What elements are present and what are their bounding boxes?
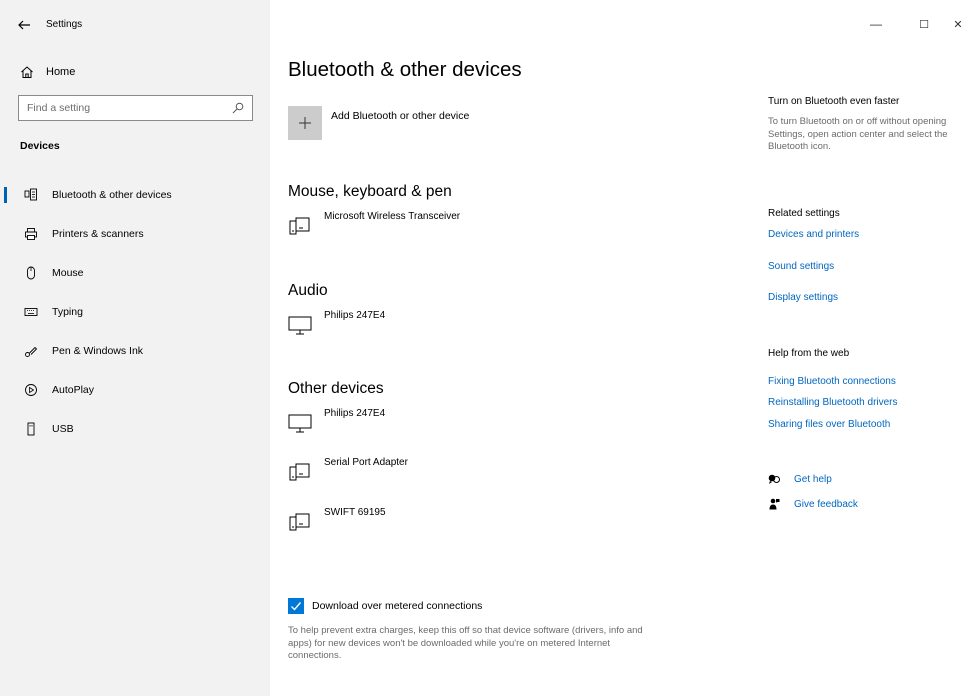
search-icon[interactable] bbox=[232, 102, 244, 114]
metered-label: Download over metered connections bbox=[312, 600, 483, 612]
add-device-button[interactable]: Add Bluetooth or other device bbox=[288, 106, 469, 140]
bluetooth-devices-icon bbox=[24, 188, 37, 200]
autoplay-icon bbox=[25, 383, 37, 396]
sidebar-item-pen[interactable]: Pen & Windows Ink bbox=[0, 331, 270, 370]
device-name: Microsoft Wireless Transceiver bbox=[324, 211, 461, 222]
related-settings-heading: Related settings bbox=[768, 208, 840, 219]
faster-text: To turn Bluetooth on or off without open… bbox=[768, 116, 948, 152]
metered-option: Download over metered connections bbox=[288, 598, 482, 614]
sharing-files-link[interactable]: Sharing files over Bluetooth bbox=[768, 419, 890, 430]
monitor-icon bbox=[288, 414, 312, 433]
reinstalling-drivers-link[interactable]: Reinstalling Bluetooth drivers bbox=[768, 397, 898, 408]
metered-checkbox[interactable] bbox=[288, 598, 304, 614]
back-arrow-icon[interactable] bbox=[16, 17, 32, 33]
search-box[interactable] bbox=[18, 95, 253, 121]
sidebar-item-label: AutoPlay bbox=[52, 383, 95, 396]
minimize-button[interactable]: — bbox=[866, 14, 886, 34]
group-title-other-devices: Other devices bbox=[288, 380, 384, 397]
mouse-icon bbox=[27, 266, 35, 279]
plus-icon bbox=[299, 117, 311, 129]
sound-settings-link[interactable]: Sound settings bbox=[768, 261, 834, 272]
checkmark-icon bbox=[291, 602, 302, 611]
device-name: Philips 247E4 bbox=[324, 310, 386, 321]
devices-and-printers-link[interactable]: Devices and printers bbox=[768, 229, 859, 240]
give-feedback-link[interactable]: Give feedback bbox=[768, 498, 858, 510]
device-name: SWIFT 69195 bbox=[324, 507, 386, 518]
device-item[interactable]: Philips 247E4 bbox=[288, 408, 385, 435]
device-item[interactable]: SWIFT 69195 bbox=[288, 507, 386, 534]
faster-heading: Turn on Bluetooth even faster bbox=[768, 96, 900, 107]
device-icon bbox=[289, 217, 310, 235]
sidebar-item-mouse[interactable]: Mouse bbox=[0, 253, 270, 292]
sidebar: Settings Home Devices Bluetooth & other … bbox=[0, 0, 270, 696]
section-title: Devices bbox=[20, 140, 60, 152]
page-title: Bluetooth & other devices bbox=[288, 58, 522, 81]
sidebar-nav: Bluetooth & other devices Printers & sca… bbox=[0, 175, 270, 448]
close-button[interactable]: ✕ bbox=[948, 14, 968, 34]
search-input[interactable] bbox=[27, 102, 232, 114]
home-icon bbox=[21, 66, 33, 78]
help-chat-icon bbox=[768, 474, 780, 484]
sidebar-item-label: Pen & Windows Ink bbox=[52, 344, 144, 357]
usb-icon bbox=[27, 422, 35, 435]
sidebar-item-label: Typing bbox=[52, 305, 83, 318]
device-item[interactable]: Philips 247E4 bbox=[288, 310, 385, 337]
device-item[interactable]: Serial Port Adapter bbox=[288, 457, 408, 484]
help-web-heading: Help from the web bbox=[768, 348, 850, 359]
feedback-icon bbox=[769, 498, 780, 510]
home-link[interactable]: Home bbox=[20, 61, 75, 83]
device-name: Serial Port Adapter bbox=[324, 457, 408, 468]
give-feedback-label: Give feedback bbox=[794, 498, 858, 510]
group-title-audio: Audio bbox=[288, 282, 328, 299]
window-title: Settings bbox=[46, 19, 83, 30]
device-icon bbox=[289, 513, 310, 531]
metered-help-text: To help prevent extra charges, keep this… bbox=[288, 625, 643, 661]
sidebar-item-printers[interactable]: Printers & scanners bbox=[0, 214, 270, 253]
group-title-mouse-keyboard-pen: Mouse, keyboard & pen bbox=[288, 183, 452, 200]
sidebar-item-autoplay[interactable]: AutoPlay bbox=[0, 370, 270, 409]
sidebar-item-bluetooth[interactable]: Bluetooth & other devices bbox=[0, 175, 270, 214]
keyboard-icon bbox=[24, 307, 38, 316]
device-name: Philips 247E4 bbox=[324, 408, 386, 419]
sidebar-item-label: Bluetooth & other devices bbox=[52, 188, 172, 201]
device-icon bbox=[289, 463, 310, 481]
sidebar-item-label: USB bbox=[52, 422, 74, 435]
printer-icon bbox=[25, 227, 37, 240]
monitor-icon bbox=[288, 316, 312, 335]
pen-icon bbox=[25, 346, 38, 357]
display-settings-link[interactable]: Display settings bbox=[768, 292, 838, 303]
device-item[interactable]: Microsoft Wireless Transceiver bbox=[288, 211, 460, 238]
add-device-tile[interactable] bbox=[288, 106, 322, 140]
get-help-link[interactable]: Get help bbox=[768, 473, 832, 485]
fixing-bluetooth-link[interactable]: Fixing Bluetooth connections bbox=[768, 376, 896, 387]
maximize-button[interactable]: ☐ bbox=[914, 14, 934, 34]
home-label: Home bbox=[46, 66, 76, 78]
sidebar-item-label: Printers & scanners bbox=[52, 227, 144, 240]
main-content: — ☐ ✕ Bluetooth & other devices Add Blue… bbox=[270, 0, 969, 696]
sidebar-item-label: Mouse bbox=[52, 266, 84, 279]
add-device-label: Add Bluetooth or other device bbox=[331, 110, 470, 122]
sidebar-item-usb[interactable]: USB bbox=[0, 409, 270, 448]
get-help-label: Get help bbox=[794, 473, 832, 485]
sidebar-item-typing[interactable]: Typing bbox=[0, 292, 270, 331]
